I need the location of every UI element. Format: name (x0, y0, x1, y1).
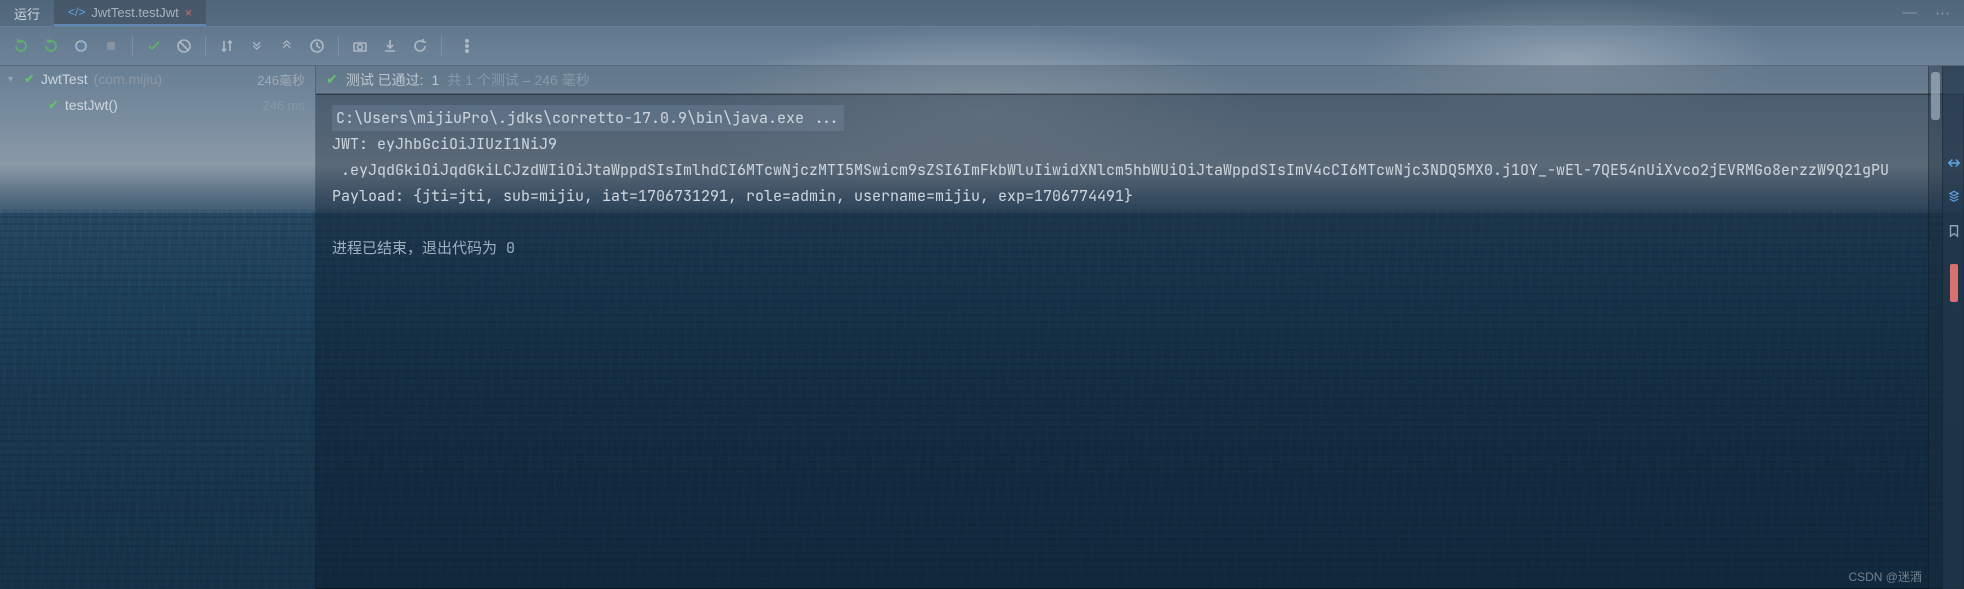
hide-icon[interactable]: ⋯ (1935, 4, 1950, 22)
minimize-icon[interactable]: — (1902, 4, 1917, 22)
clock-icon[interactable] (304, 33, 330, 59)
run-tab[interactable]: 运行 (0, 0, 54, 26)
file-tab-label: JwtTest.testJwt (91, 5, 178, 20)
window-controls: — ⋯ (1902, 4, 1964, 22)
watermark: CSDN @迷酒 (1848, 568, 1922, 585)
test-package: (com.mijiu) (94, 71, 162, 87)
tool-window-tabs: 运行 </> JwtTest.testJwt × — ⋯ (0, 0, 1964, 26)
sort-icon[interactable] (214, 33, 240, 59)
console-exit: 进程已结束，退出代码为 0 (332, 235, 1947, 261)
right-gutter (1942, 66, 1964, 589)
rerun-failed-icon[interactable] (38, 33, 64, 59)
test-summary-bar: ✔ 测试 已通过: 1 共 1 个测试 – 246 毫秒 (316, 66, 1964, 94)
more-icon[interactable] (454, 33, 480, 59)
test-duration: 246 ms (262, 98, 315, 113)
pass-icon: ✔ (24, 71, 35, 87)
run-tab-label: 运行 (14, 4, 40, 23)
code-icon: </> (68, 5, 85, 19)
show-passed-icon[interactable] (141, 33, 167, 59)
import-icon[interactable] (377, 33, 403, 59)
test-tree: ▾ ✔ JwtTest (com.mijiu) 246毫秒 ✔ testJwt(… (0, 66, 316, 589)
console-command: C:\Users\mijiuPro\.jdks\corretto-17.0.9\… (332, 105, 844, 131)
auto-test-icon[interactable] (68, 33, 94, 59)
test-duration: 246毫秒 (257, 70, 315, 89)
show-ignored-icon[interactable] (171, 33, 197, 59)
file-tab[interactable]: </> JwtTest.testJwt × (54, 0, 206, 26)
test-summary-count: 1 (432, 72, 440, 88)
test-toolbar (0, 26, 1964, 66)
chevron-down-icon[interactable]: ▾ (8, 74, 18, 85)
test-method-name: testJwt() (65, 97, 118, 113)
scrollbar-thumb[interactable] (1931, 72, 1940, 120)
test-summary-faded: 共 1 个测试 – 246 毫秒 (447, 70, 589, 90)
console-line: .eyJqdGkiOiJqdGkiLCJzdWIiOiJtaWppdSIsIml… (332, 157, 1947, 183)
sync-icon[interactable] (1947, 156, 1961, 170)
close-icon[interactable]: × (185, 5, 193, 20)
stop-icon[interactable] (98, 33, 124, 59)
pass-icon: ✔ (48, 97, 59, 113)
layers-icon[interactable] (1947, 190, 1961, 204)
collapse-icon[interactable] (274, 33, 300, 59)
camera-icon[interactable] (347, 33, 373, 59)
test-class-name: JwtTest (41, 71, 88, 87)
scrollbar[interactable] (1928, 66, 1942, 589)
console-line: JWT: eyJhbGciOiJIUzI1NiJ9 (332, 131, 1947, 157)
export-icon[interactable] (407, 33, 433, 59)
expand-icon[interactable] (244, 33, 270, 59)
test-method-row[interactable]: ✔ testJwt() 246 ms (0, 92, 315, 118)
console-output[interactable]: C:\Users\mijiuPro\.jdks\corretto-17.0.9\… (316, 94, 1964, 589)
pass-icon: ✔ (326, 71, 338, 88)
test-root-row[interactable]: ▾ ✔ JwtTest (com.mijiu) 246毫秒 (0, 66, 315, 92)
console-line: Payload: {jti=jti, sub=mijiu, iat=170673… (332, 183, 1947, 209)
rerun-icon[interactable] (8, 33, 34, 59)
error-stripe[interactable] (1950, 264, 1958, 302)
test-summary-prefix: 测试 已通过: (346, 70, 424, 90)
bookmark-icon[interactable] (1947, 224, 1961, 238)
